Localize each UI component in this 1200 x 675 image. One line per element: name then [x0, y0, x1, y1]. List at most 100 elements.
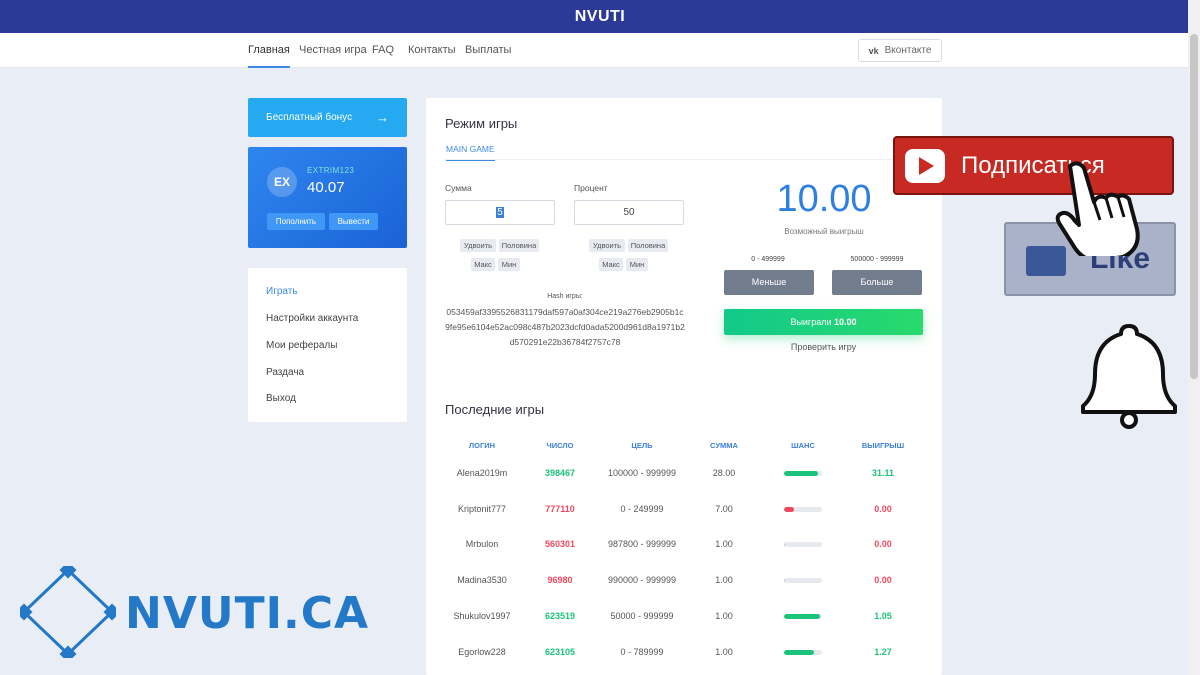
vk-button[interactable]: vk Вконтакте — [858, 39, 942, 62]
pointing-hand-icon — [1055, 161, 1140, 256]
table-cell-login: Madina3530 — [457, 575, 507, 586]
table-cell-sum: 1.00 — [715, 575, 733, 586]
chance-bar-fill — [784, 613, 821, 619]
table-cell-win: 1.05 — [874, 610, 892, 621]
sum-label: Сумма — [445, 183, 472, 193]
table-cell-target: 0 - 249999 — [620, 503, 664, 514]
col-sum: СУММА — [710, 441, 738, 450]
table-cell-sum: 7.00 — [715, 503, 733, 514]
sidebar-item-logout[interactable]: Выход — [266, 393, 296, 404]
table-cell-number: 623519 — [544, 610, 576, 621]
table-cell-login: Alena2019m — [456, 468, 508, 478]
percent-min-button[interactable]: Мин — [626, 258, 648, 271]
chance-bar — [784, 542, 822, 548]
withdraw-button[interactable]: Вывести — [329, 213, 378, 230]
diamond-logo-icon — [15, 561, 121, 663]
table-cell-login: Mrbulon — [465, 539, 499, 550]
avatar: EX — [267, 167, 297, 197]
sidebar-item-referrals[interactable]: Мои рефералы — [266, 340, 337, 351]
nav-faq[interactable]: FAQ — [372, 33, 394, 68]
hash-label: Hash игры: — [547, 293, 583, 300]
sidebar-item-giveaway[interactable]: Раздача — [266, 367, 304, 378]
free-bonus-label: Бесплатный бонус — [266, 112, 353, 123]
chance-bar-fill — [784, 542, 786, 548]
less-button[interactable]: Меньше — [724, 270, 814, 295]
account-login: EXTRIM123 — [307, 166, 355, 175]
game-mode-title: Режим игры — [445, 116, 518, 131]
table-cell-win: 1.27 — [874, 646, 892, 657]
table-cell-win: 0.00 — [874, 503, 892, 514]
more-button[interactable]: Больше — [832, 270, 922, 295]
check-game-link[interactable]: Проверить игру — [724, 342, 923, 352]
chance-bar-fill — [784, 578, 786, 584]
table-cell-target: 990000 - 999999 — [607, 575, 677, 586]
win-result-prefix: Выиграли — [790, 317, 832, 327]
table-cell-login: Kriptonit777 — [457, 503, 507, 514]
table-cell-number: 623105 — [544, 646, 576, 657]
nav-payouts[interactable]: Выплаты — [465, 33, 511, 68]
sidebar-menu: Играть Настройки аккаунта Мои рефералы Р… — [248, 268, 407, 422]
chance-bar-fill — [784, 506, 794, 512]
percent-input[interactable]: 50 — [574, 200, 684, 225]
chance-bar — [784, 649, 822, 655]
win-result-value: 10.00 — [834, 317, 857, 327]
win-result-button[interactable]: Выиграли 10.00 — [724, 309, 923, 335]
percent-half-button[interactable]: Половина — [628, 239, 668, 252]
table-cell-sum: 1.00 — [715, 539, 733, 550]
sidebar-item-play[interactable]: Играть — [266, 286, 298, 297]
scrollbar-thumb[interactable] — [1190, 34, 1198, 379]
chance-bar-fill — [784, 649, 815, 655]
percent-double-button[interactable]: Удвоить — [589, 239, 625, 252]
table-cell-win: 0.00 — [874, 575, 892, 586]
col-login: ЛОГИН — [468, 441, 496, 450]
nav-contacts[interactable]: Контакты — [408, 33, 456, 68]
account-balance: 40.07 — [307, 179, 345, 196]
table-cell-login: Shukulov1997 — [453, 610, 511, 621]
sum-input[interactable]: 5 — [445, 200, 555, 225]
table-cell-number: 560301 — [544, 539, 576, 550]
table-cell-sum: 1.00 — [715, 646, 733, 657]
vk-icon: vk — [868, 45, 879, 56]
site-watermark-logo: NVUTI.CA — [15, 561, 368, 663]
nav-home[interactable]: Главная — [248, 33, 290, 68]
percent-label: Процент — [574, 183, 608, 193]
top-bar: NVUTI — [0, 0, 1200, 33]
range-low: 0 - 499999 — [751, 256, 785, 263]
chance-bar — [784, 471, 822, 476]
chance-bar — [784, 578, 822, 584]
sum-input-value: 5 — [496, 207, 504, 218]
percent-max-button[interactable]: Макс — [599, 258, 623, 271]
table-cell-target: 100000 - 999999 — [607, 468, 677, 478]
col-win: ВЫИГРЫШ — [861, 441, 905, 450]
sum-max-button[interactable]: Макс — [471, 258, 495, 271]
logo-text: NVUTI.CA — [125, 588, 370, 639]
col-number: ЧИСЛО — [546, 441, 574, 450]
tab-divider — [445, 159, 925, 160]
table-cell-sum: 28.00 — [712, 468, 736, 478]
nav-fair-game[interactable]: Честная игра — [299, 33, 367, 68]
table-cell-login: Egorlow228 — [458, 646, 506, 657]
sum-min-button[interactable]: Мин — [498, 258, 520, 271]
table-cell-target: 987800 - 999999 — [607, 539, 677, 550]
range-high: 500000 - 999999 — [850, 256, 904, 263]
page-scrollbar[interactable] — [1188, 0, 1200, 675]
table-cell-number: 96980 — [547, 575, 573, 586]
deposit-button[interactable]: Пополнить — [267, 213, 325, 230]
game-hash: 053459af3395526831179daf597a0af304ce219a… — [445, 307, 685, 347]
table-cell-target: 50000 - 999999 — [610, 610, 674, 621]
table-cell-target: 0 - 789999 — [620, 646, 664, 657]
chance-bar-fill — [784, 471, 819, 476]
brand-logo[interactable]: NVUTI — [575, 8, 626, 26]
vk-label: Вконтакте — [884, 45, 932, 56]
arrow-right-icon: → — [376, 110, 389, 125]
table-cell-win: 31.11 — [871, 468, 895, 478]
free-bonus-button[interactable]: Бесплатный бонус → — [248, 98, 407, 137]
col-chance: ШАНС — [791, 441, 815, 450]
youtube-play-icon — [905, 148, 945, 183]
sum-half-button[interactable]: Половина — [499, 239, 539, 252]
chance-bar — [784, 506, 822, 512]
possible-win-label: Возможный выигрыш — [784, 227, 864, 236]
sidebar-item-account-settings[interactable]: Настройки аккаунта — [266, 313, 358, 324]
table-cell-number: 398467 — [544, 468, 576, 478]
sum-double-button[interactable]: Удвоить — [460, 239, 496, 252]
